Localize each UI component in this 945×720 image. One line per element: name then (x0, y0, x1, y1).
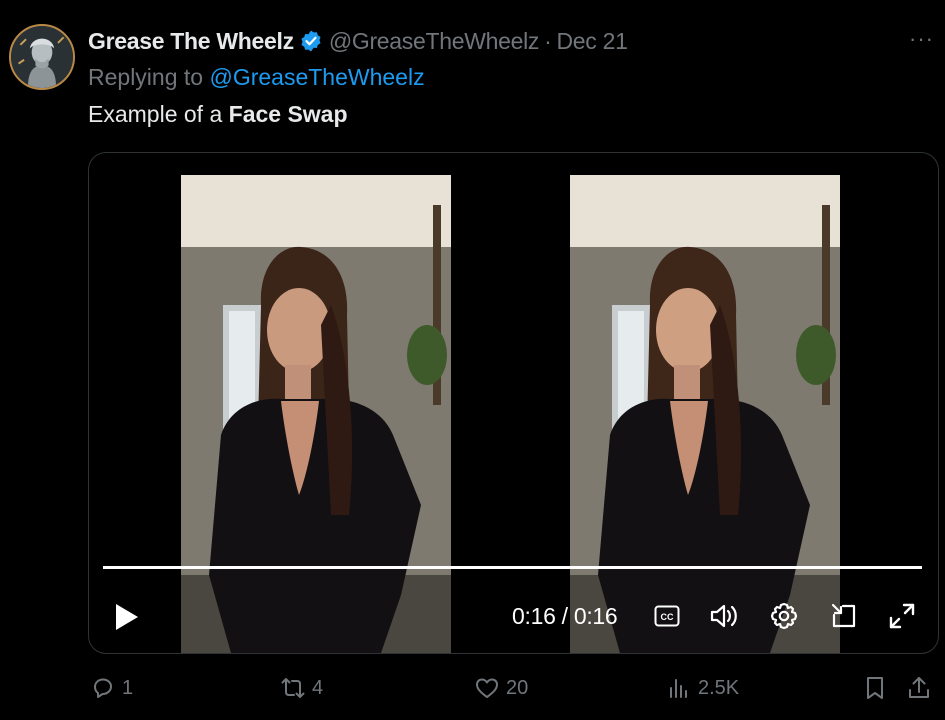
video-progress-bar[interactable] (103, 566, 922, 569)
bookmark-button[interactable] (862, 675, 894, 701)
video-controls: 0:16 / 0:16 CC (89, 593, 938, 639)
display-name[interactable]: Grease The Wheelz (88, 28, 294, 55)
retweet-button[interactable]: 4 (280, 675, 323, 701)
video-player[interactable]: 0:16 / 0:16 CC (88, 152, 939, 654)
replying-to-line: Replying to @GreaseTheWheelz (88, 64, 425, 91)
views-button[interactable]: 2.5K (666, 675, 739, 701)
reply-icon (94, 678, 112, 698)
like-count: 20 (506, 676, 529, 699)
cc-icon[interactable]: CC (654, 603, 680, 629)
verified-badge-icon (301, 30, 321, 52)
share-button[interactable] (906, 675, 938, 701)
reply-count: 1 (122, 676, 134, 699)
reply-button[interactable]: 1 (90, 675, 133, 701)
bookmark-icon (867, 677, 883, 699)
tweet-date[interactable]: Dec 21 (556, 28, 627, 55)
like-button[interactable]: 20 (474, 675, 528, 701)
picture-in-picture-icon[interactable] (829, 601, 859, 631)
video-timecode: 0:16 / 0:16 (512, 603, 618, 629)
like-icon (476, 678, 498, 698)
retweet-count: 4 (312, 676, 324, 699)
tweet-header: Grease The Wheelz @GreaseTheWheelz · Dec… (88, 26, 628, 56)
handle[interactable]: @GreaseTheWheelz (329, 28, 540, 55)
volume-icon[interactable] (709, 601, 741, 631)
video-frame-right (570, 175, 840, 653)
tweet-actions: 1 4 20 2.5K (0, 675, 945, 709)
replying-to-mention[interactable]: @GreaseTheWheelz (209, 64, 424, 90)
play-icon[interactable] (111, 601, 141, 633)
avatar[interactable] (9, 24, 75, 90)
views-icon (670, 679, 687, 698)
avatar-image (11, 26, 73, 88)
video-frame-left (181, 175, 451, 653)
tweet-text-bold: Face Swap (228, 101, 348, 127)
tweet-text-plain: Example of a (88, 101, 223, 127)
cc-label: CC (661, 612, 674, 622)
separator-dot: · (544, 27, 552, 54)
fullscreen-icon[interactable] (887, 601, 917, 631)
views-count: 2.5K (698, 676, 740, 699)
retweet-icon (281, 678, 305, 698)
replying-prefix: Replying to (88, 64, 204, 90)
more-icon[interactable]: ··· (909, 26, 934, 52)
tweet-text: Example of a Face Swap (88, 101, 348, 128)
share-icon (909, 677, 929, 698)
settings-gear-icon[interactable] (769, 601, 799, 631)
